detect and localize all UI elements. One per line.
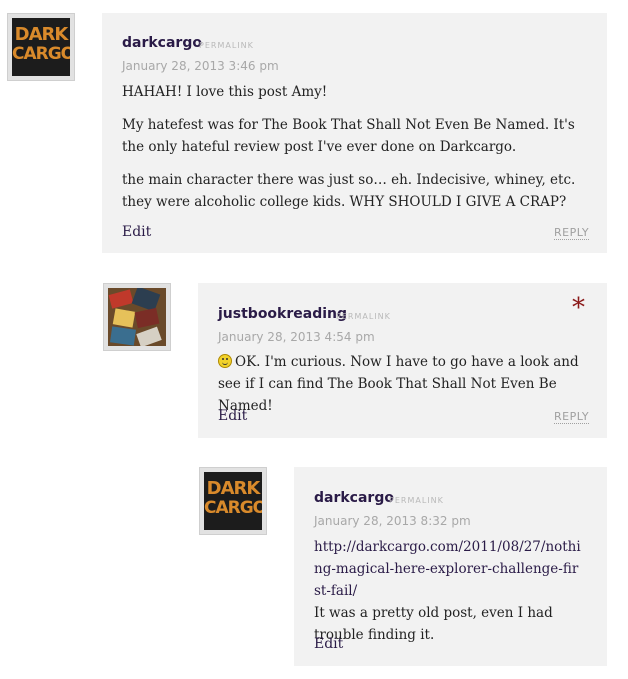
- edit-link[interactable]: Edit: [218, 408, 247, 424]
- avatar-darkcargo[interactable]: DARK CARGO: [7, 13, 75, 81]
- reply-button[interactable]: REPLY: [554, 226, 590, 240]
- comment-date[interactable]: January 28, 2013 8:32 pm: [314, 514, 471, 528]
- comment-author[interactable]: darkcargo: [314, 490, 394, 506]
- book-collage-image: [108, 288, 166, 346]
- comment-paragraph: My hatefest was for The Book That Shall …: [122, 117, 575, 155]
- collage-piece: [134, 307, 160, 329]
- author-marker: *: [572, 293, 585, 323]
- comment-2: justbookreading PERMALINK January 28, 20…: [198, 283, 607, 438]
- darkcargo-logo: DARK CARGO: [12, 18, 70, 76]
- comment-text: It was a pretty old post, even I had tro…: [314, 605, 553, 643]
- comment-body: http://darkcargo.com/2011/08/27/nothing-…: [314, 536, 584, 646]
- comment-body: HAHAH! I love this post Amy! My hatefest…: [122, 81, 592, 224]
- comment-link[interactable]: http://darkcargo.com/2011/08/27/nothing-…: [314, 539, 581, 599]
- comment-author[interactable]: darkcargo: [122, 35, 202, 51]
- collage-piece: [110, 326, 136, 346]
- edit-link[interactable]: Edit: [122, 224, 151, 240]
- comment-body: OK. I'm curious. Now I have to go have a…: [218, 351, 598, 417]
- logo-text-dark: DARK: [206, 478, 261, 499]
- logo-text-cargo: CARGO: [12, 44, 70, 64]
- comment-3: darkcargo PERMALINK January 28, 2013 8:3…: [294, 467, 607, 666]
- permalink-link[interactable]: PERMALINK: [389, 496, 444, 505]
- comment-date[interactable]: January 28, 2013 3:46 pm: [122, 59, 279, 73]
- permalink-link[interactable]: PERMALINK: [199, 41, 254, 50]
- comment-date[interactable]: January 28, 2013 4:54 pm: [218, 330, 375, 344]
- comment-paragraph: HAHAH! I love this post Amy!: [122, 84, 328, 100]
- comment-text: OK. I'm curious. Now I have to go have a…: [218, 354, 579, 414]
- reply-button[interactable]: REPLY: [554, 410, 590, 424]
- collage-piece: [108, 289, 134, 309]
- logo-text-dark: DARK: [14, 24, 69, 45]
- comment-author[interactable]: justbookreading: [218, 306, 347, 322]
- collage-piece: [136, 326, 162, 346]
- collage-piece: [112, 308, 136, 328]
- darkcargo-logo: DARK CARGO: [204, 472, 262, 530]
- logo-text-cargo: CARGO: [204, 498, 262, 518]
- comment-1: darkcargo PERMALINK January 28, 2013 3:4…: [102, 13, 607, 253]
- edit-link[interactable]: Edit: [314, 636, 343, 652]
- comment-paragraph: the main character there was just so… eh…: [122, 172, 576, 210]
- avatar-justbookreading[interactable]: [103, 283, 171, 351]
- avatar-darkcargo[interactable]: DARK CARGO: [199, 467, 267, 535]
- smiley-icon: [218, 354, 232, 368]
- permalink-link[interactable]: PERMALINK: [336, 312, 391, 321]
